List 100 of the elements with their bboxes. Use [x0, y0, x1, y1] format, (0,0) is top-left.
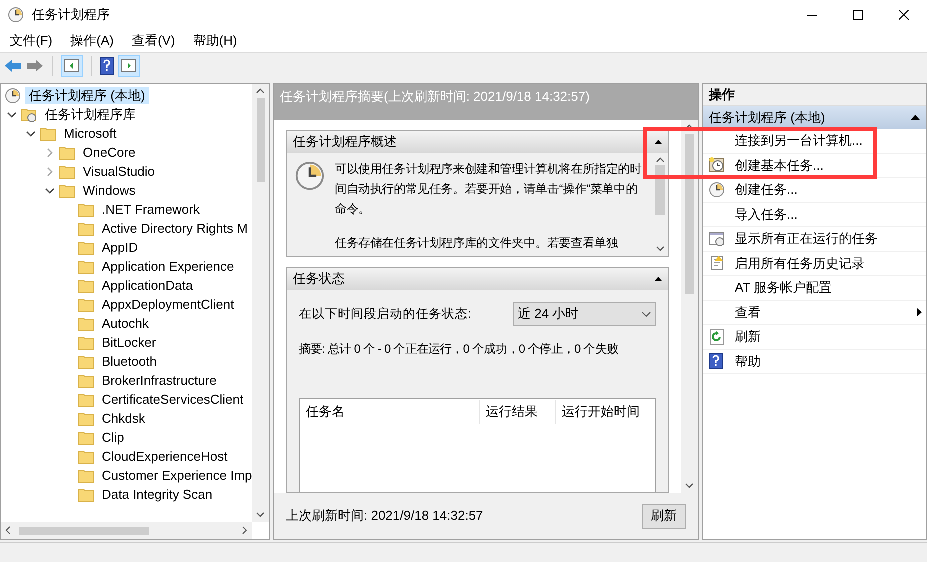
scrollbar[interactable]	[252, 84, 269, 522]
summary-text: 摘要: 总计 0 个 - 0 个正在运行，0 个成功，0 个停止，0 个失败	[299, 341, 620, 358]
folder-icon	[78, 468, 94, 482]
scrollbar-thumb[interactable]	[655, 164, 665, 214]
tree-item[interactable]: Windows	[79, 182, 140, 199]
tree-item[interactable]: AppxDeploymentClient	[98, 296, 238, 313]
back-arrow-icon[interactable]	[4, 58, 22, 72]
scroll-down-icon[interactable]	[656, 246, 664, 252]
action-item[interactable]: 查看	[735, 302, 761, 322]
forward-arrow-icon[interactable]	[26, 58, 44, 72]
tree-item[interactable]: Microsoft	[60, 125, 121, 142]
tree-item[interactable]: Customer Experience Imp	[98, 467, 252, 484]
minimize-icon	[807, 14, 817, 16]
help-icon[interactable]	[100, 56, 114, 74]
action-item[interactable]: 创建任务...	[735, 180, 798, 200]
scroll-down-icon[interactable]	[256, 512, 265, 518]
tree-item[interactable]: AppID	[98, 239, 142, 256]
tree-item[interactable]: CertificateServicesClient	[98, 391, 248, 408]
action-item[interactable]: AT 服务帐户配置	[735, 278, 832, 298]
clock-icon	[709, 182, 725, 198]
folder-icon	[78, 260, 94, 274]
folder-icon	[78, 240, 94, 254]
scrollbar-thumb[interactable]	[685, 134, 694, 294]
tree-item[interactable]: Autochk	[98, 315, 153, 332]
tree-item[interactable]: 任务计划程序库	[41, 106, 140, 123]
folder-icon	[78, 450, 94, 464]
tree-item[interactable]: Data Integrity Scan	[98, 486, 217, 503]
scrollbar[interactable]	[681, 120, 698, 493]
folder-icon	[78, 202, 94, 216]
scrollbar[interactable]	[1, 522, 252, 539]
action-item[interactable]: 导入任务...	[735, 204, 798, 224]
action-item[interactable]: 显示所有正在运行的任务	[735, 229, 878, 248]
scroll-up-icon[interactable]	[685, 124, 694, 130]
submenu-arrow-icon	[917, 308, 922, 317]
chevron-icon[interactable]	[7, 110, 17, 120]
column-header[interactable]: 运行开始时间	[556, 400, 655, 424]
scroll-up-icon[interactable]	[256, 88, 265, 94]
section-header[interactable]: 任务计划程序概述	[287, 131, 668, 153]
tree-item[interactable]: Clip	[98, 429, 128, 446]
scroll-down-icon[interactable]	[685, 483, 694, 489]
group-header[interactable]: 任务计划程序 (本地)	[703, 106, 926, 129]
column-header[interactable]: 任务名	[300, 400, 480, 424]
folder-icon	[78, 298, 94, 312]
scroll-left-icon[interactable]	[5, 526, 11, 535]
action-item[interactable]: 刷新	[735, 327, 761, 346]
scrollbar-thumb[interactable]	[256, 98, 264, 182]
tree-item[interactable]: OneCore	[79, 144, 140, 161]
tree-item[interactable]: BitLocker	[98, 334, 160, 351]
scroll-up-icon[interactable]	[656, 157, 664, 163]
collapse-icon[interactable]	[911, 115, 920, 120]
actions-header: 操作	[703, 84, 926, 106]
menu-item[interactable]: 操作(A)	[68, 31, 116, 51]
tree-item[interactable]: Active Directory Rights M	[98, 220, 252, 237]
collapse-icon[interactable]	[655, 277, 662, 281]
folder-icon	[78, 488, 94, 502]
tree-item[interactable]: Application Experience	[98, 258, 238, 275]
folder-icon	[78, 316, 94, 330]
window-title: 任务计划程序	[32, 6, 110, 24]
refresh-icon	[709, 328, 725, 345]
folder-icon	[78, 278, 94, 292]
section-title: 任务计划程序概述	[293, 133, 397, 152]
folder-icon	[78, 412, 94, 426]
log-icon	[709, 255, 725, 272]
panel-toggle-icon[interactable]	[61, 54, 83, 76]
column-header[interactable]: 运行结果	[480, 400, 556, 424]
tree-item[interactable]: Bluetooth	[98, 353, 161, 370]
action-item[interactable]: 帮助	[735, 352, 761, 371]
tree-item[interactable]: Chkdsk	[98, 410, 150, 427]
refresh-button[interactable]: 刷新	[642, 504, 686, 528]
tree-item[interactable]: VisualStudio	[79, 163, 160, 180]
action-item[interactable]: 连接到另一台计算机...	[735, 131, 863, 150]
section-header[interactable]: 任务状态	[287, 268, 668, 290]
list-clock-icon	[709, 230, 725, 247]
tree-item[interactable]: BrokerInfrastructure	[98, 372, 221, 389]
scroll-right-icon[interactable]	[242, 526, 248, 535]
chevron-icon[interactable]	[45, 186, 55, 196]
action-item[interactable]: 创建基本任务...	[735, 156, 824, 175]
clock-icon	[5, 88, 21, 104]
collapse-icon[interactable]	[655, 140, 662, 144]
menu-item[interactable]: 帮助(H)	[191, 31, 240, 51]
folder-icon	[78, 222, 94, 236]
period-label: 在以下时间段启动的任务状态:	[299, 306, 472, 323]
close-icon	[899, 10, 909, 20]
tree-item[interactable]: ApplicationData	[98, 277, 198, 294]
tree-item[interactable]: CloudExperienceHost	[98, 448, 232, 465]
tree-item[interactable]: 任务计划程序 (本地)	[25, 87, 150, 104]
period-dropdown[interactable]: 近 24 小时	[513, 302, 656, 326]
scrollbar-thumb[interactable]	[19, 526, 149, 534]
tree-item[interactable]: .NET Framework	[98, 201, 204, 218]
folder-icon	[78, 354, 94, 368]
maximize-icon	[853, 10, 863, 20]
folder-icon	[78, 430, 94, 444]
menu-item[interactable]: 文件(F)	[8, 31, 55, 51]
clock-icon	[295, 161, 325, 191]
folder-icon	[40, 126, 56, 140]
chevron-icon[interactable]	[26, 128, 36, 138]
folder-icon	[59, 184, 75, 198]
panel-toggle-icon[interactable]	[118, 54, 140, 76]
action-item[interactable]: 启用所有任务历史记录	[735, 254, 865, 273]
menu-item[interactable]: 查看(V)	[130, 31, 178, 51]
